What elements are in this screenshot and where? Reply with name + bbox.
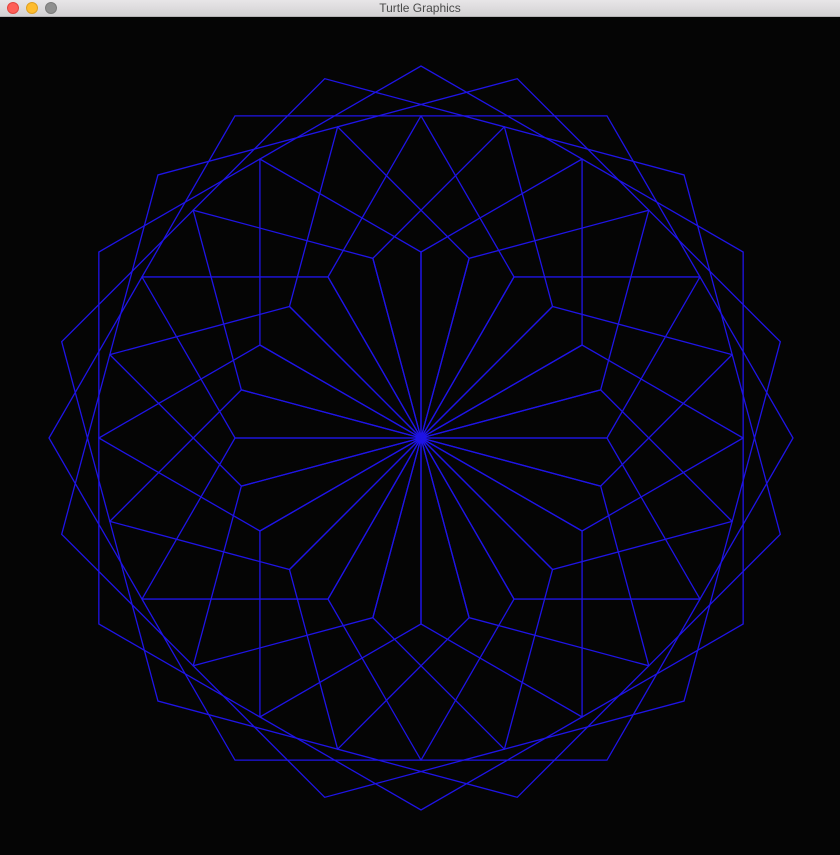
turtle-graphics-window: Turtle Graphics: [0, 0, 840, 855]
turtle-drawing: [48, 65, 794, 811]
window-title: Turtle Graphics: [379, 1, 461, 15]
turtle-canvas[interactable]: [0, 17, 840, 855]
title-bar[interactable]: Turtle Graphics: [0, 0, 840, 17]
